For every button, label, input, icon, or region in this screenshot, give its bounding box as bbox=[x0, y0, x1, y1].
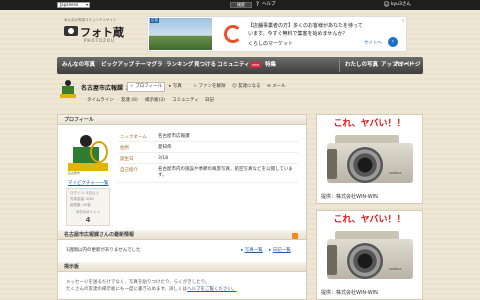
avatar[interactable] bbox=[60, 80, 76, 100]
top-search-label: 検索 bbox=[237, 2, 245, 7]
stat-capacity: 写真容量: 6GB bbox=[70, 197, 94, 201]
logo-tagline: みんなの写真コミュニティサイト bbox=[64, 18, 117, 22]
board-desc-line2: たくさんの友達の掲示板にも一度に書き込めます。詳しくはヘルプをご覧ください。 bbox=[66, 287, 237, 292]
subtab-diary[interactable]: 日記 bbox=[205, 97, 214, 103]
new-badge: new bbox=[250, 62, 262, 68]
picture-list-link[interactable]: マイピクチャー一覧 bbox=[68, 180, 108, 186]
nav-divider bbox=[339, 59, 340, 72]
header: みんなの写真コミュニティサイト フォト蔵 PHOTOZOU 広告 【店舗事業者の… bbox=[57, 10, 423, 56]
profile-row-bio: 自己紹介 名古屋市内の施設や季節の風景写真、航空写真などを公開しています。 bbox=[118, 164, 298, 183]
nav-pickup[interactable]: ピックアップ bbox=[101, 57, 134, 74]
today-points-label: 今日のポイント bbox=[75, 210, 101, 214]
tab-mail[interactable]: ✉ メール bbox=[267, 83, 286, 91]
close-icon[interactable]: × bbox=[402, 18, 405, 23]
profile-row-address: 住所 愛知県 bbox=[118, 142, 298, 153]
side-ad-caption: 提供：株式会社WIN-WIN bbox=[321, 194, 378, 200]
ad-text-line2: います。今すぐ無料で集客を始めませんか？ bbox=[248, 31, 348, 37]
chevron-down-icon: ▾ bbox=[85, 2, 88, 7]
nav-my-photos[interactable]: わたしの写真 bbox=[345, 57, 378, 74]
main-nav: みんなの写真 ピックアップ テーマグラ ランキング 見つける コミュニティ ne… bbox=[57, 57, 423, 74]
nav-themegra[interactable]: テーマグラ bbox=[135, 57, 163, 74]
ad-site-link[interactable]: サイトへ bbox=[364, 40, 382, 46]
profile-photo[interactable]: 名古屋市 bbox=[68, 133, 110, 177]
subtab-community[interactable]: コミュニティ bbox=[172, 97, 199, 103]
today-points-value: 4 bbox=[85, 216, 91, 224]
profile-photo-tag: 名古屋市 bbox=[68, 171, 81, 175]
profile-section-title: プロフィール bbox=[58, 115, 306, 125]
subtab-board[interactable]: 掲示板(3) bbox=[145, 97, 165, 103]
subtab-friends[interactable]: 友達 (0) bbox=[121, 97, 138, 103]
help-link[interactable]: ヘルプ bbox=[262, 2, 276, 8]
ad-logo-icon bbox=[224, 25, 242, 43]
board-section-title: 掲示板 bbox=[58, 262, 306, 272]
site-logo[interactable]: みんなの写真コミュニティサイト フォト蔵 PHOTOZOU bbox=[64, 18, 136, 48]
chevron-right-icon[interactable]: › bbox=[388, 37, 398, 47]
nav-find[interactable]: 見つける bbox=[194, 57, 216, 74]
tab-unfan[interactable]: ☆ ファンを解除 bbox=[193, 83, 225, 91]
nav-everyone-photos[interactable]: みんなの写真 bbox=[62, 57, 95, 74]
user-icon[interactable]: ☺ bbox=[383, 1, 390, 8]
nav-special[interactable]: 特集 bbox=[265, 57, 276, 74]
help-icon[interactable]: ? bbox=[254, 1, 261, 8]
ad-badge: 広告 bbox=[150, 18, 159, 23]
ad-banner[interactable]: 広告 【店舗事業者の方】多くのお客様があなたを待って います。今すぐ無料で集客を… bbox=[147, 16, 407, 52]
nav-my-page[interactable]: マイページ bbox=[393, 57, 420, 74]
user-bar: 名古屋市広報課 さん ✓ プロフィール ▸ 写真 ☆ ファンを解除 ☺ 友達にな… bbox=[57, 76, 423, 110]
language-select[interactable]: Japanese ▾ bbox=[57, 2, 90, 8]
nav-ranking[interactable]: ランキング bbox=[166, 57, 193, 74]
user-menu[interactable]: kyu3さん bbox=[391, 2, 411, 8]
profile-row-birthday: 誕生日 3/18 bbox=[118, 153, 298, 164]
side-ad-2[interactable]: これ、ヤバい！！ CONTAX 提供：株式会社WIN-WIN bbox=[316, 210, 423, 300]
side-ad-headline: これ、ヤバい！！ bbox=[317, 115, 422, 133]
board-desc-line1: メッセージを送るだけでなく、写真を貼りつけたり、らくがきしたり。 bbox=[66, 280, 210, 285]
stat-login: ログイン: 8日以上 bbox=[70, 191, 100, 195]
ad-text-line3: くらしのマーケット bbox=[248, 41, 294, 47]
tab-photos[interactable]: ▸ 写真 bbox=[169, 83, 182, 91]
top-search-button[interactable]: 検索 bbox=[230, 2, 252, 8]
news-section-title: 名古屋市広報課さんの最新情報 bbox=[58, 230, 306, 240]
diary-list-link[interactable]: ▸ 日記一覧 bbox=[269, 247, 291, 253]
stats-box: ログイン: 8日以上 写真容量: 6GB 総枚数: 92枚 今日のポイント 4 bbox=[66, 188, 110, 226]
logo-subtext: PHOTOZOU bbox=[84, 38, 115, 43]
side-ad-headline: これ、ヤバい！！ bbox=[317, 211, 422, 229]
camera-icon bbox=[64, 26, 78, 36]
side-ad-1[interactable]: これ、ヤバい！！ CONTAX 提供：株式会社WIN-WIN bbox=[316, 114, 423, 204]
photo-list-link[interactable]: ▸ 写真一覧 bbox=[241, 247, 263, 253]
subtab-timeline[interactable]: タイムライン bbox=[87, 97, 114, 103]
ad-text-line1: 【店舗事業者の方】多くのお客様があなたを待って bbox=[248, 23, 363, 29]
profile-table: ニックネーム 名古屋市広報課 住所 愛知県 誕生日 3/18 自己紹介 名古屋市… bbox=[118, 131, 298, 183]
camera-image: CONTAX bbox=[327, 231, 413, 281]
side-ad-caption: 提供：株式会社WIN-WIN bbox=[321, 290, 378, 296]
nav-community[interactable]: コミュニティ bbox=[217, 57, 250, 74]
main-panel: プロフィール 名古屋市 マイピクチャー一覧 ログイン: 8日以上 写真容量: 6… bbox=[57, 114, 307, 300]
top-bar: Japanese ▾ 検索 ? ヘルプ ☺ kyu3さん bbox=[0, 0, 480, 10]
camera-image: CONTAX bbox=[327, 135, 413, 185]
tab-profile[interactable]: ✓ プロフィール bbox=[127, 82, 166, 92]
board-help-link[interactable]: ヘルプをご覧ください。 bbox=[187, 287, 237, 292]
language-value: Japanese bbox=[60, 2, 79, 7]
profile-row-nickname: ニックネーム 名古屋市広報課 bbox=[118, 131, 298, 142]
tab-befriend[interactable]: ☺ 友達になる bbox=[232, 83, 261, 91]
news-empty-text: 1週間以内の更新がありませんでした bbox=[66, 248, 141, 253]
rss-icon[interactable] bbox=[292, 233, 298, 239]
stat-total: 総枚数: 92枚 bbox=[70, 203, 91, 207]
